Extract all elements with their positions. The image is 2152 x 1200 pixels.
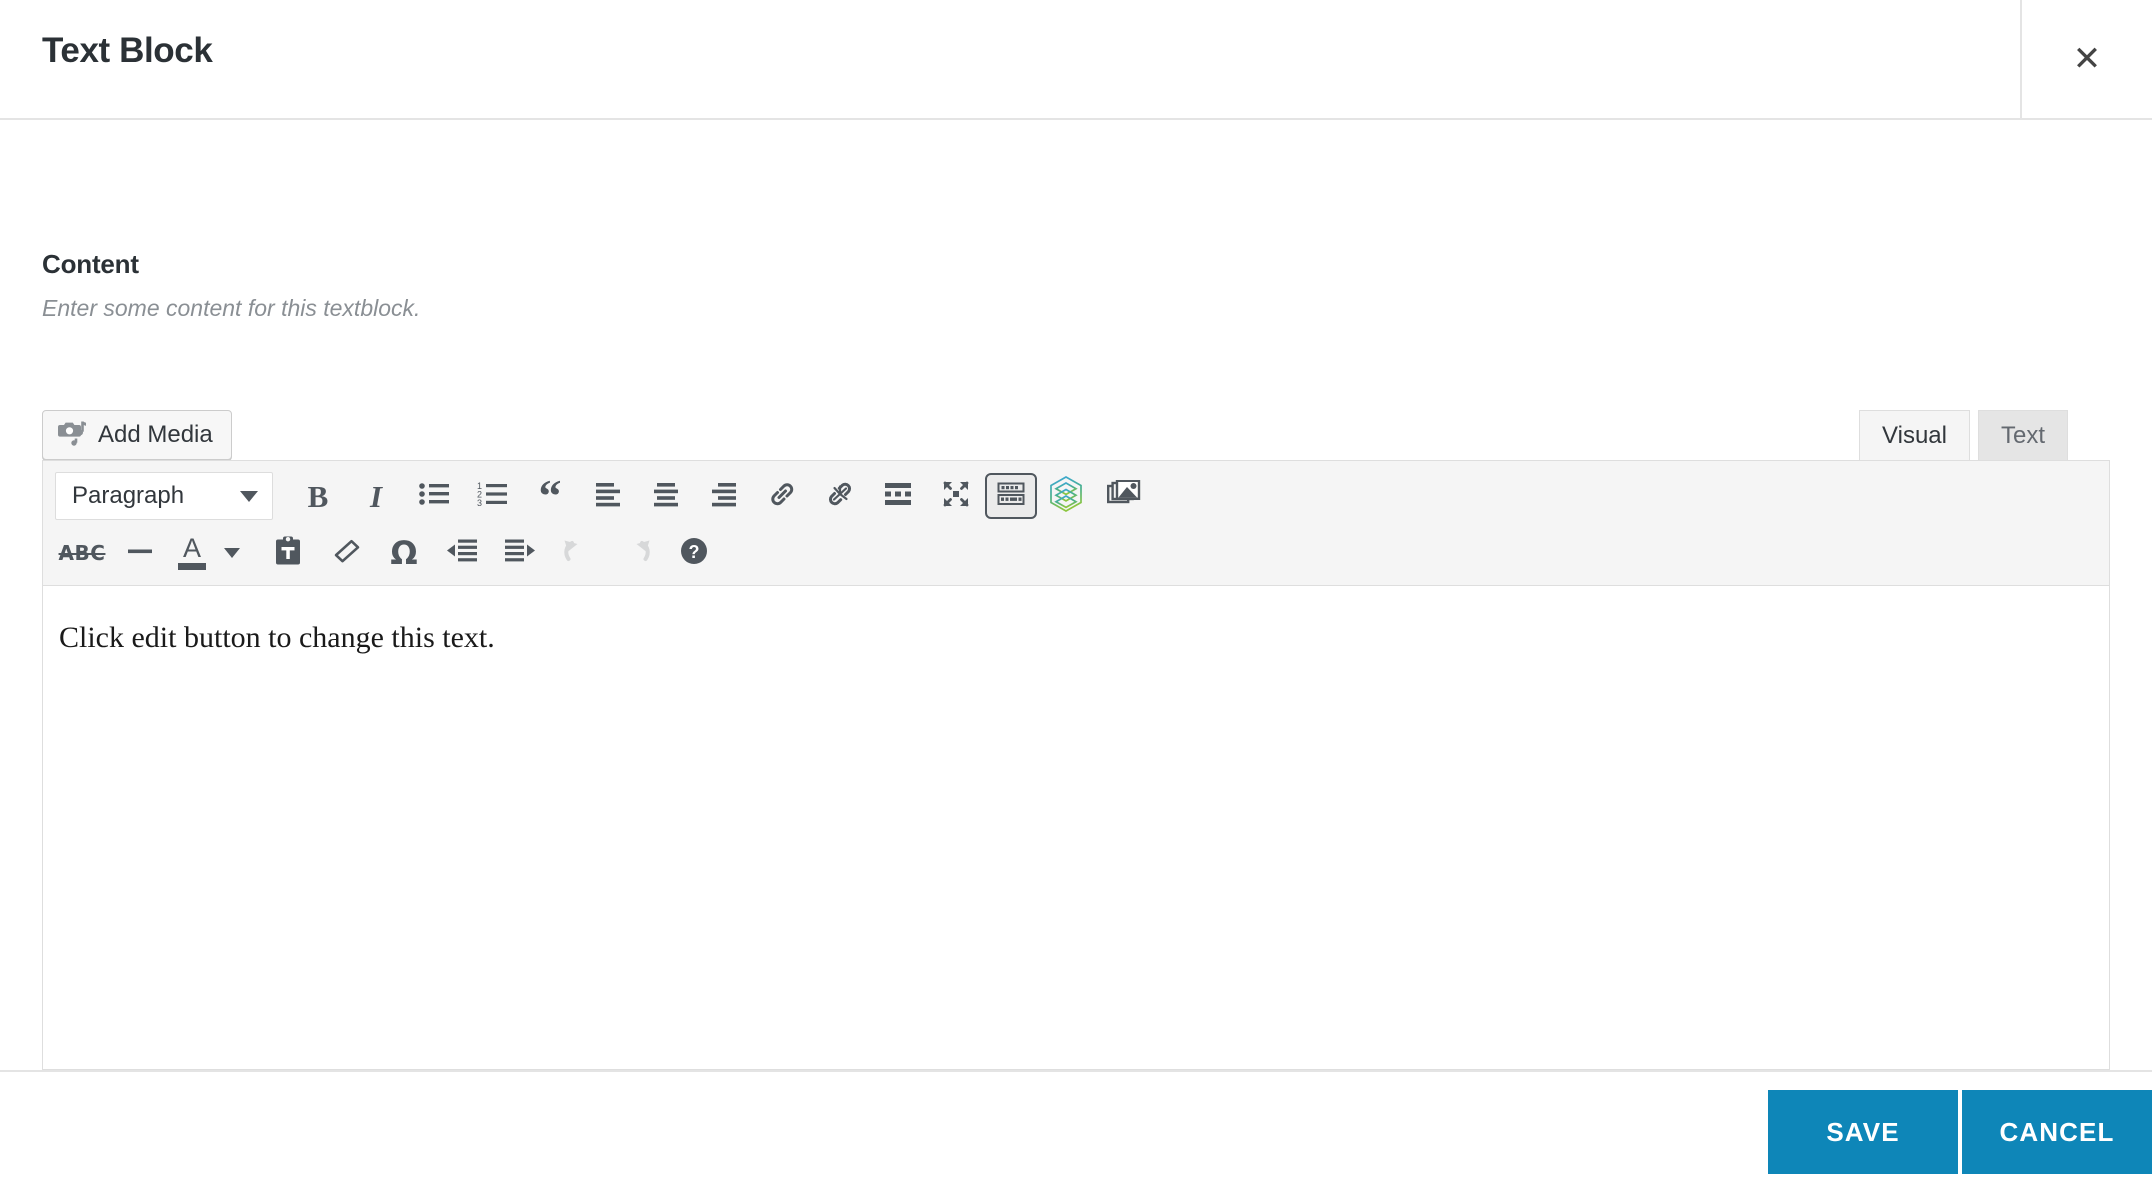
remove-link-button[interactable] [811, 471, 869, 521]
modal-footer: SAVE CANCEL [0, 1070, 2152, 1200]
redo-icon [620, 537, 652, 570]
align-right-button[interactable] [695, 471, 753, 521]
editor-top-row: Add Media Visual Text [42, 410, 2110, 462]
text-color-dropdown-icon [224, 548, 240, 558]
toolbar-toggle-icon [997, 482, 1025, 511]
tab-text[interactable]: Text [1977, 410, 2068, 460]
italic-button[interactable]: I [347, 471, 405, 521]
undo-button[interactable] [549, 528, 607, 578]
text-color-swatch [178, 563, 206, 571]
strikethrough-button[interactable]: ABC [53, 528, 111, 578]
bold-button[interactable]: B [289, 471, 347, 521]
text-color-button[interactable]: A [169, 528, 215, 578]
clear-formatting-button[interactable] [317, 528, 375, 578]
bulleted-list-icon [419, 481, 449, 512]
page-title: Text Block [42, 31, 213, 70]
insert-gallery-button[interactable] [1095, 471, 1153, 521]
paragraph-format-select[interactable]: Paragraph [55, 472, 273, 520]
numbered-list-button[interactable]: 1 2 3 [463, 471, 521, 521]
fullscreen-button[interactable] [927, 471, 985, 521]
undo-icon [562, 537, 594, 570]
paragraph-format-value: Paragraph [72, 482, 185, 509]
wpbakery-page-builder-button[interactable] [1037, 471, 1095, 521]
read-more-button[interactable] [869, 471, 927, 521]
toolbar-row-1: Paragraph B I 1 2 3 “ [43, 461, 2109, 525]
bold-icon: B [307, 478, 329, 514]
chevron-down-icon [240, 490, 258, 502]
clear-formatting-icon [331, 538, 361, 569]
strikethrough-icon: ABC [58, 541, 106, 565]
insert-link-button[interactable] [753, 471, 811, 521]
numbered-list-icon: 1 2 3 [477, 481, 507, 512]
fullscreen-icon [941, 479, 971, 514]
add-media-label: Add Media [98, 421, 213, 448]
editor-toolbar: Paragraph B I 1 2 3 “ ABC A Ω ? [43, 461, 2109, 586]
modal-header: Text Block ✕ [0, 0, 2152, 120]
svg-text:?: ? [689, 542, 700, 562]
horizontal-rule-button[interactable] [111, 528, 169, 578]
footer-actions: SAVE CANCEL [1768, 1090, 2152, 1174]
save-button[interactable]: SAVE [1768, 1090, 1958, 1174]
align-center-button[interactable] [637, 471, 695, 521]
text-color-icon: A [182, 532, 201, 563]
paste-as-text-icon [274, 536, 302, 571]
gallery-images-icon [1107, 479, 1141, 513]
toolbar-toggle-button[interactable] [985, 473, 1037, 519]
align-center-icon [651, 481, 681, 512]
modal-body: Content Enter some content for this text… [0, 120, 2152, 1070]
add-media-button[interactable]: Add Media [42, 410, 232, 460]
indent-button[interactable] [491, 528, 549, 578]
media-camera-note-icon [58, 420, 86, 451]
text-color-dropdown-button[interactable] [215, 528, 249, 578]
editor-mode-tabs: Visual Text [1859, 410, 2068, 460]
cancel-button[interactable]: CANCEL [1962, 1090, 2152, 1174]
editor-paragraph: Click edit button to change this text. [59, 621, 495, 654]
tab-visual[interactable]: Visual [1859, 410, 1970, 460]
special-character-icon: Ω [390, 534, 418, 572]
close-icon: ✕ [2072, 39, 2102, 79]
outdent-icon [446, 538, 478, 569]
italic-icon: I [369, 478, 383, 514]
keyboard-shortcuts-help-button[interactable]: ? [665, 528, 723, 578]
close-button[interactable]: ✕ [2022, 0, 2152, 118]
editor-container: Paragraph B I 1 2 3 “ ABC A Ω ? Click ed… [42, 460, 2110, 1070]
svg-text:3: 3 [477, 498, 482, 507]
align-left-button[interactable] [579, 471, 637, 521]
read-more-icon [883, 481, 913, 512]
wpbakery-hexagon-icon [1048, 475, 1084, 518]
keyboard-shortcuts-help-icon: ? [679, 536, 709, 571]
toolbar-row-2: ABC A Ω ? [43, 525, 2109, 585]
content-field-label: Content [42, 249, 139, 279]
editor-text-area[interactable]: Click edit button to change this text. [43, 586, 2109, 660]
bulleted-list-button[interactable] [405, 471, 463, 521]
align-left-icon [593, 481, 623, 512]
paste-as-text-button[interactable] [259, 528, 317, 578]
blockquote-button[interactable]: “ [521, 471, 579, 521]
link-icon [767, 479, 797, 514]
content-field-description: Enter some content for this textblock. [42, 295, 421, 321]
indent-icon [504, 538, 536, 569]
blockquote-icon: “ [538, 470, 562, 522]
align-right-icon [709, 481, 739, 512]
unlink-icon [825, 479, 855, 514]
outdent-button[interactable] [433, 528, 491, 578]
horizontal-rule-icon [125, 538, 155, 569]
redo-button[interactable] [607, 528, 665, 578]
special-character-button[interactable]: Ω [375, 528, 433, 578]
